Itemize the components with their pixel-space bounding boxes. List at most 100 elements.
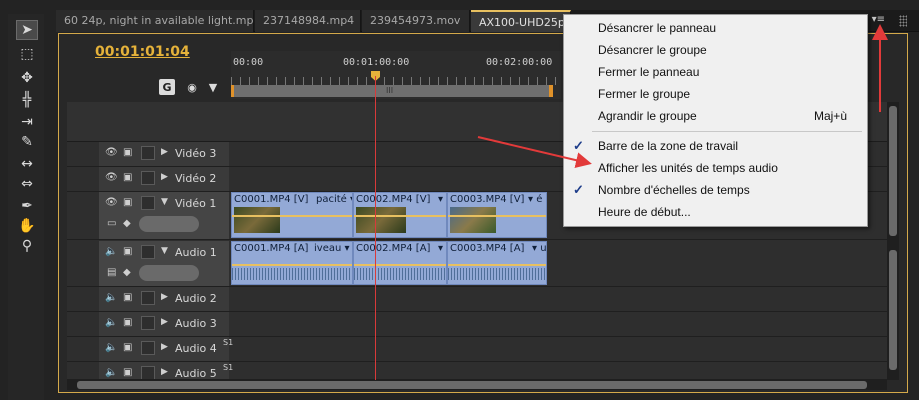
audio-scroll-thumb[interactable] [889, 250, 897, 370]
expand-arrow-icon[interactable]: ▶ [161, 292, 168, 302]
panel-grip-icon[interactable] [899, 15, 907, 27]
film-icon[interactable]: ▣ [123, 246, 137, 260]
film-icon[interactable]: ▣ [123, 147, 137, 161]
menu-item-maximize-group[interactable]: Agrandir le groupe Maj+ù [564, 105, 867, 127]
speaker-icon[interactable]: 🔈 [105, 246, 119, 260]
opacity-line[interactable] [354, 215, 446, 217]
speaker-icon[interactable]: 🔈 [105, 342, 119, 356]
menu-item-start-time[interactable]: Heure de début... [564, 201, 867, 223]
opacity-line[interactable] [232, 215, 352, 217]
lock-toggle[interactable] [141, 146, 155, 160]
horizontal-scrollbar[interactable] [67, 380, 887, 390]
volume-line[interactable] [448, 264, 546, 266]
display-style-icon[interactable]: ▭ [107, 218, 116, 229]
film-icon[interactable]: ▣ [123, 342, 137, 356]
track-select-icon[interactable]: ⬚ [16, 44, 38, 64]
volume-line[interactable] [354, 264, 446, 266]
film-icon[interactable]: ▣ [123, 197, 137, 211]
work-area-end-handle[interactable] [549, 85, 553, 97]
work-area-start-handle[interactable] [231, 85, 234, 97]
vertical-scrollbar[interactable] [887, 102, 899, 380]
lock-toggle[interactable] [141, 366, 155, 379]
film-icon[interactable]: ▣ [123, 317, 137, 331]
audio-waveform [448, 268, 546, 280]
volume-line[interactable] [232, 264, 352, 266]
speaker-icon[interactable]: 🔈 [105, 367, 119, 379]
expand-arrow-icon[interactable]: ▶ [161, 342, 168, 352]
video-clip[interactable]: C0002.MP4 [V] ▾ [353, 192, 447, 238]
video-scroll-thumb[interactable] [889, 106, 897, 236]
speaker-icon[interactable]: 🔈 [105, 317, 119, 331]
clip-tail-label: ▾ [438, 243, 444, 254]
lock-toggle[interactable] [141, 291, 155, 305]
audio-clip[interactable]: C0002.MP4 [A] ▾ [353, 241, 447, 285]
speaker-icon[interactable]: 🔈 [105, 292, 119, 306]
snap-icon[interactable]: G [159, 79, 175, 95]
tab-sequence-1[interactable]: 60 24p, night in available light.mp4 [56, 10, 254, 32]
ripple-edit-icon[interactable]: ✥ [16, 68, 38, 88]
pen-icon[interactable]: ✒ [16, 196, 38, 216]
rate-stretch-icon[interactable]: ⇥ [16, 112, 38, 132]
lock-toggle[interactable] [141, 171, 155, 185]
film-icon[interactable]: ▣ [123, 172, 137, 186]
video-clip[interactable]: C0003.MP4 [V] ▾ é [447, 192, 547, 238]
playhead-timecode[interactable]: 00:01:01:04 [95, 44, 190, 60]
eye-icon[interactable]: 👁 [105, 172, 119, 186]
keyframe-icon[interactable]: ◆ [123, 218, 131, 229]
time-ruler[interactable]: 00:00 00:01:00:00 00:02:00:00 III [231, 51, 561, 99]
track-audio-3: 🔈 ▣ ▶ Audio 3 [67, 312, 887, 337]
lock-toggle[interactable] [141, 196, 155, 210]
lock-toggle[interactable] [141, 341, 155, 355]
expand-arrow-icon[interactable]: ▶ [161, 367, 168, 377]
menu-item-work-area-bar[interactable]: ✓ Barre de la zone de travail [564, 135, 867, 157]
eye-icon[interactable]: 👁 [105, 197, 119, 211]
panel-menu-icon[interactable]: ▾≡ [872, 14, 885, 25]
tab-sequence-2[interactable]: 237148984.mp4 [255, 10, 361, 32]
eye-icon[interactable]: 👁 [105, 147, 119, 161]
collapse-arrow-icon[interactable]: ▼ [161, 197, 168, 207]
slip-icon[interactable]: ↔ [16, 154, 38, 174]
film-icon[interactable]: ▣ [123, 292, 137, 306]
menu-item-undock-group[interactable]: Désancrer le groupe [564, 39, 867, 61]
menu-item-show-audio-time-units[interactable]: Afficher les unités de temps audio [564, 157, 867, 179]
menu-item-label: Agrandir le groupe [598, 109, 697, 123]
audio-clip[interactable]: C0001.MP4 [A] iveau ▾ [231, 241, 353, 285]
selection-arrow-icon[interactable]: ➤ [16, 20, 38, 40]
expand-arrow-icon[interactable]: ▶ [161, 172, 168, 182]
add-marker-icon[interactable]: ▼ [205, 79, 221, 95]
zoom-icon[interactable]: ⚲ [16, 236, 38, 256]
clip-thumbnail [234, 207, 280, 233]
expand-arrow-icon[interactable]: ▶ [161, 317, 168, 327]
collapse-arrow-icon[interactable]: ▼ [161, 246, 168, 256]
rolling-edit-icon[interactable]: ╬ [16, 90, 38, 110]
razor-icon[interactable]: ✎ [16, 132, 38, 152]
menu-item-label: Fermer le groupe [598, 87, 691, 101]
opacity-line[interactable] [448, 215, 546, 217]
track-header: 👁 ▣ ▶ Vidéo 2 [99, 167, 229, 191]
marker-globe-icon[interactable]: ◉ [184, 79, 200, 95]
waveform-display-icon[interactable]: ▤ [107, 267, 116, 278]
menu-item-time-ruler-count[interactable]: ✓ Nombre d'échelles de temps [564, 179, 867, 201]
menu-item-undock-panel[interactable]: Désancrer le panneau [564, 17, 867, 39]
audio-clip[interactable]: C0003.MP4 [A] ▾ u [447, 241, 547, 285]
menu-item-close-panel[interactable]: Fermer le panneau [564, 61, 867, 83]
keyframe-nav-control[interactable] [139, 216, 199, 232]
slide-icon[interactable]: ⇔ [16, 174, 38, 194]
menu-item-label: Désancrer le panneau [598, 21, 717, 35]
video-clip[interactable]: C0001.MP4 [V] pacité ▾ [231, 192, 353, 238]
playhead-line[interactable] [375, 76, 376, 381]
film-icon[interactable]: ▣ [123, 367, 137, 379]
keyframe-nav-control[interactable] [139, 265, 199, 281]
expand-arrow-icon[interactable]: ▶ [161, 147, 168, 157]
track-header: 🔈 ▣ ▶ Audio 5 S1 [99, 362, 233, 380]
keyframe-icon[interactable]: ◆ [123, 267, 131, 278]
track-audio-2: 🔈 ▣ ▶ Audio 2 [67, 287, 887, 312]
lock-toggle[interactable] [141, 245, 155, 259]
horizontal-scroll-thumb[interactable] [77, 381, 867, 389]
menu-item-close-group[interactable]: Fermer le groupe [564, 83, 867, 105]
lock-toggle[interactable] [141, 316, 155, 330]
tab-sequence-3[interactable]: 239454973.mov [362, 10, 470, 32]
track-name: Audio 5 [175, 367, 217, 380]
hand-icon[interactable]: ✋ [16, 216, 38, 236]
tab-sequence-active[interactable]: AX100-UHD25p [471, 10, 571, 32]
